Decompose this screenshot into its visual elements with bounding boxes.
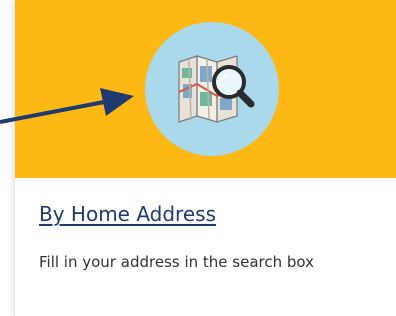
pointer-arrow bbox=[0, 88, 134, 124]
